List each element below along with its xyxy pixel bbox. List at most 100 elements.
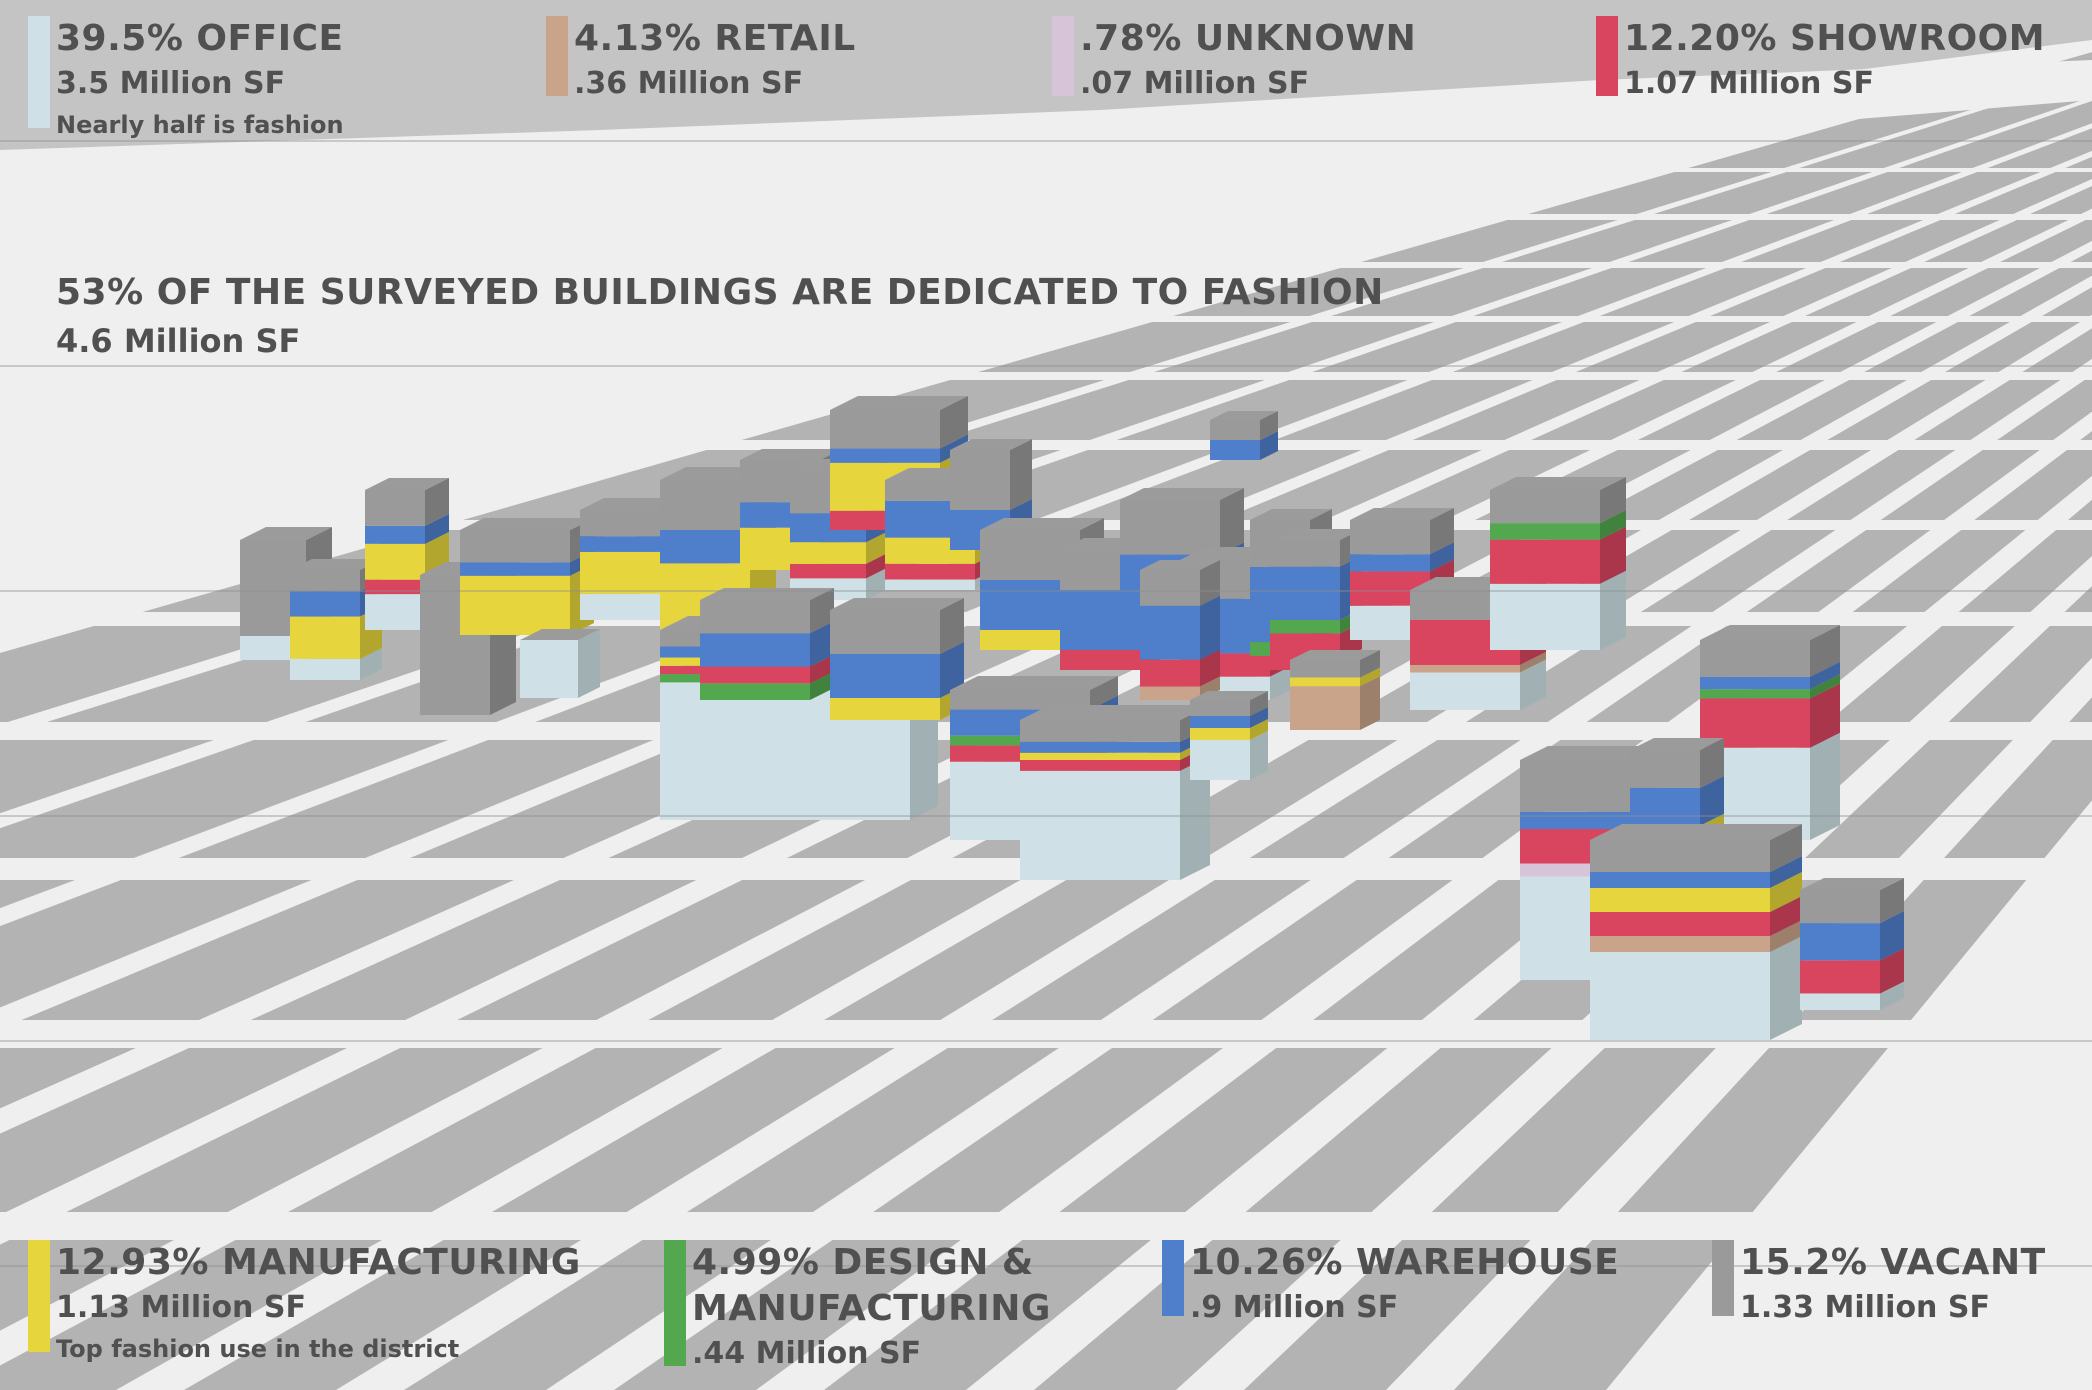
building-floor-band [1210, 440, 1260, 460]
building-floor-band [950, 450, 1010, 510]
building-floor-band [1020, 720, 1180, 742]
building-floor-band [1190, 740, 1250, 780]
building-floor-band [1590, 912, 1770, 936]
building-floor-band [1700, 676, 1810, 690]
office-label: 39.5% OFFICE [56, 18, 344, 59]
building-floor-band [365, 490, 425, 526]
building-floor-band [790, 563, 866, 579]
headline-subtitle: 4.6 Million SF [56, 322, 301, 360]
building-floor-band [580, 536, 660, 552]
building-roof [950, 676, 1118, 690]
vacant-swatch [1712, 1240, 1734, 1316]
building-floor-band [1490, 490, 1600, 524]
building-floor-band [1140, 570, 1200, 606]
building-map-scene [0, 0, 2092, 1390]
building-floor-band [1270, 566, 1340, 620]
building-floor-band [1590, 952, 1770, 1040]
building-floor-band [1020, 760, 1180, 771]
manufacturing-note: Top fashion use in the district [56, 1335, 460, 1363]
building-floor-band [1020, 752, 1180, 760]
building-floor-band [290, 616, 360, 659]
building-floor-band [700, 666, 810, 684]
office-swatch [28, 16, 50, 128]
building-floor-band [290, 591, 360, 617]
building-floor-band [1520, 760, 1630, 812]
retail-label: 4.13% RETAIL [574, 18, 856, 59]
building-floor-band [885, 579, 975, 590]
building-floor-band [1800, 890, 1880, 924]
building-floor-band [1700, 640, 1810, 677]
building-floor-band [1120, 500, 1220, 555]
building-floor-band [460, 562, 570, 576]
manufacturing-area: 1.13 Million SF [56, 1290, 306, 1325]
building-floor-band [1490, 539, 1600, 584]
warehouse-swatch [1162, 1240, 1184, 1316]
vacant-label: 15.2% VACANT [1740, 1242, 2046, 1283]
building-floor-band [1190, 728, 1250, 740]
building-roof [1020, 705, 1210, 720]
unknown-label: .78% UNKNOWN [1080, 18, 1417, 59]
vacant-area: 1.33 Million SF [1740, 1290, 1990, 1325]
retail-swatch [546, 16, 568, 96]
scanline [0, 590, 2092, 592]
building-floor-band [1290, 677, 1360, 687]
warehouse-area: .9 Million SF [1190, 1290, 1399, 1325]
building-side-band [1810, 732, 1840, 840]
building-floor-band [290, 658, 360, 680]
building-floor-band [1590, 936, 1770, 952]
building-floor-band [660, 480, 750, 530]
building-floor-band [1590, 888, 1770, 912]
building-floor-band [830, 610, 940, 654]
building-floor-band [1490, 583, 1600, 650]
building-floor-band [1290, 686, 1360, 730]
infographic: 53% OF THE SURVEYED BUILDINGS ARE DEDICA… [0, 0, 2092, 1390]
building-floor-band [1270, 620, 1340, 634]
building-floor-band [1190, 716, 1250, 728]
design-area: .44 Million SF [692, 1336, 922, 1371]
building-floor-band [580, 510, 660, 537]
building-floor-band [1140, 605, 1200, 660]
building-floor-band [1020, 741, 1180, 753]
building-floor-band [1630, 750, 1700, 788]
building-floor-band [460, 530, 570, 563]
building-side-band [1010, 439, 1032, 510]
building-floor-band [1800, 923, 1880, 961]
building-floor-band [1590, 840, 1770, 872]
building-floor-band [365, 594, 425, 630]
building-floor-band [830, 654, 940, 698]
office-area: 3.5 Million SF [56, 66, 286, 101]
building-floor-band [290, 570, 360, 592]
building-floor-band [1210, 420, 1260, 440]
warehouse-label: 10.26% WAREHOUSE [1190, 1242, 1620, 1283]
manufacturing-swatch [28, 1240, 50, 1352]
building-floor-band [1490, 523, 1600, 540]
building-side-band [1770, 936, 1802, 1040]
unknown-area: .07 Million SF [1080, 66, 1310, 101]
building-floor-band [1020, 770, 1180, 880]
building-floor-band [1350, 520, 1430, 555]
building-floor-band [830, 448, 940, 463]
building-floor-band [460, 575, 570, 635]
building-side-band [1200, 595, 1220, 660]
building-floor-band [790, 542, 866, 564]
building-floor-band [1060, 650, 1140, 670]
building-floor-band [700, 600, 810, 634]
building-side-band [1600, 570, 1626, 650]
building-floor-band [1630, 787, 1700, 826]
building-floor-band [1290, 660, 1360, 678]
building-floor-band [580, 593, 660, 620]
building-floor-band [520, 640, 578, 698]
building-floor-band [1800, 993, 1880, 1010]
building-floor-band [1140, 686, 1200, 700]
building-floor-band [885, 563, 975, 580]
building-floor-band [365, 543, 425, 580]
building-floor-band [1800, 960, 1880, 994]
scanline [0, 1040, 2092, 1042]
building-floor-band [700, 633, 810, 667]
building-floor-band [365, 525, 425, 544]
showroom-area: 1.07 Million SF [1624, 66, 1874, 101]
showroom-swatch [1596, 16, 1618, 96]
building-floor-band [830, 698, 940, 720]
building-floor-band [1140, 659, 1200, 687]
building-floor-band [1700, 689, 1810, 699]
